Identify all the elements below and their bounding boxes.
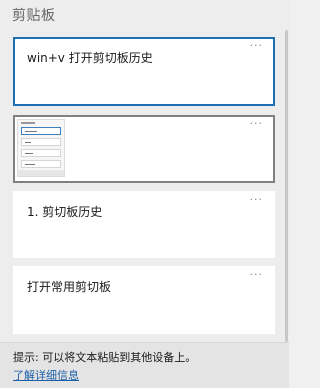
clipboard-panel: 剪贴板 win+v 打开剪切板历史 ··· ··· 1. 剪切板历史 ··· 打… <box>0 0 289 388</box>
more-options-icon[interactable]: ··· <box>250 118 264 129</box>
footer: 提示: 可以将文本粘贴到其他设备上。 了解详细信息 <box>0 342 289 388</box>
clipboard-item-text: win+v 打开剪切板历史 <box>27 51 153 65</box>
clipboard-item[interactable]: 1. 剪切板历史 ··· <box>13 191 275 258</box>
scrollbar[interactable] <box>285 30 288 342</box>
clipboard-item-image[interactable]: ··· <box>13 115 275 183</box>
tip-text: 提示: 可以将文本粘贴到其他设备上。 <box>13 351 197 364</box>
clipboard-item[interactable]: 打开常用剪切板 ··· <box>13 266 275 334</box>
more-options-icon[interactable]: ··· <box>250 269 264 280</box>
clipboard-item-text: 打开常用剪切板 <box>27 280 112 294</box>
learn-more-link[interactable]: 了解详细信息 <box>13 367 79 383</box>
panel-title: 剪贴板 <box>12 8 56 24</box>
more-options-icon[interactable]: ··· <box>250 194 264 205</box>
clipboard-item[interactable]: win+v 打开剪切板历史 ··· <box>13 37 275 106</box>
more-options-icon[interactable]: ··· <box>250 40 264 51</box>
clipboard-item-text: 1. 剪切板历史 <box>27 205 103 219</box>
image-thumbnail <box>17 119 65 177</box>
